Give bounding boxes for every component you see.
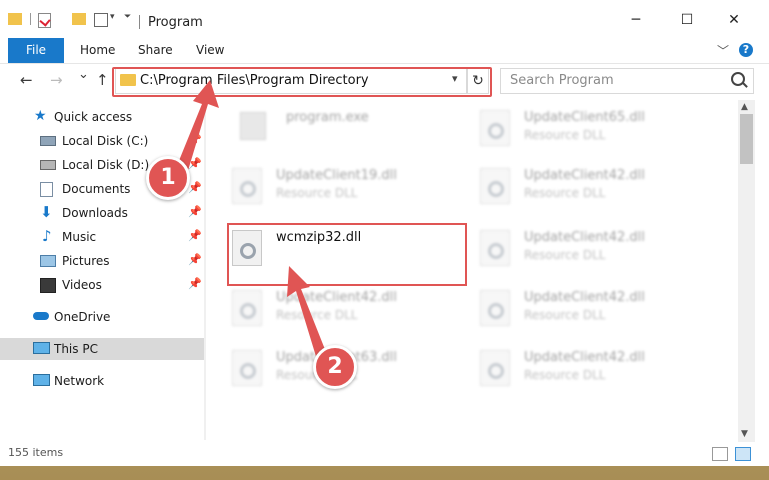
annotation-arrows [176,80,328,363]
step-2-badge: 2 [313,345,357,389]
step-1-badge: 1 [146,156,190,200]
arrow-1 [176,80,219,174]
